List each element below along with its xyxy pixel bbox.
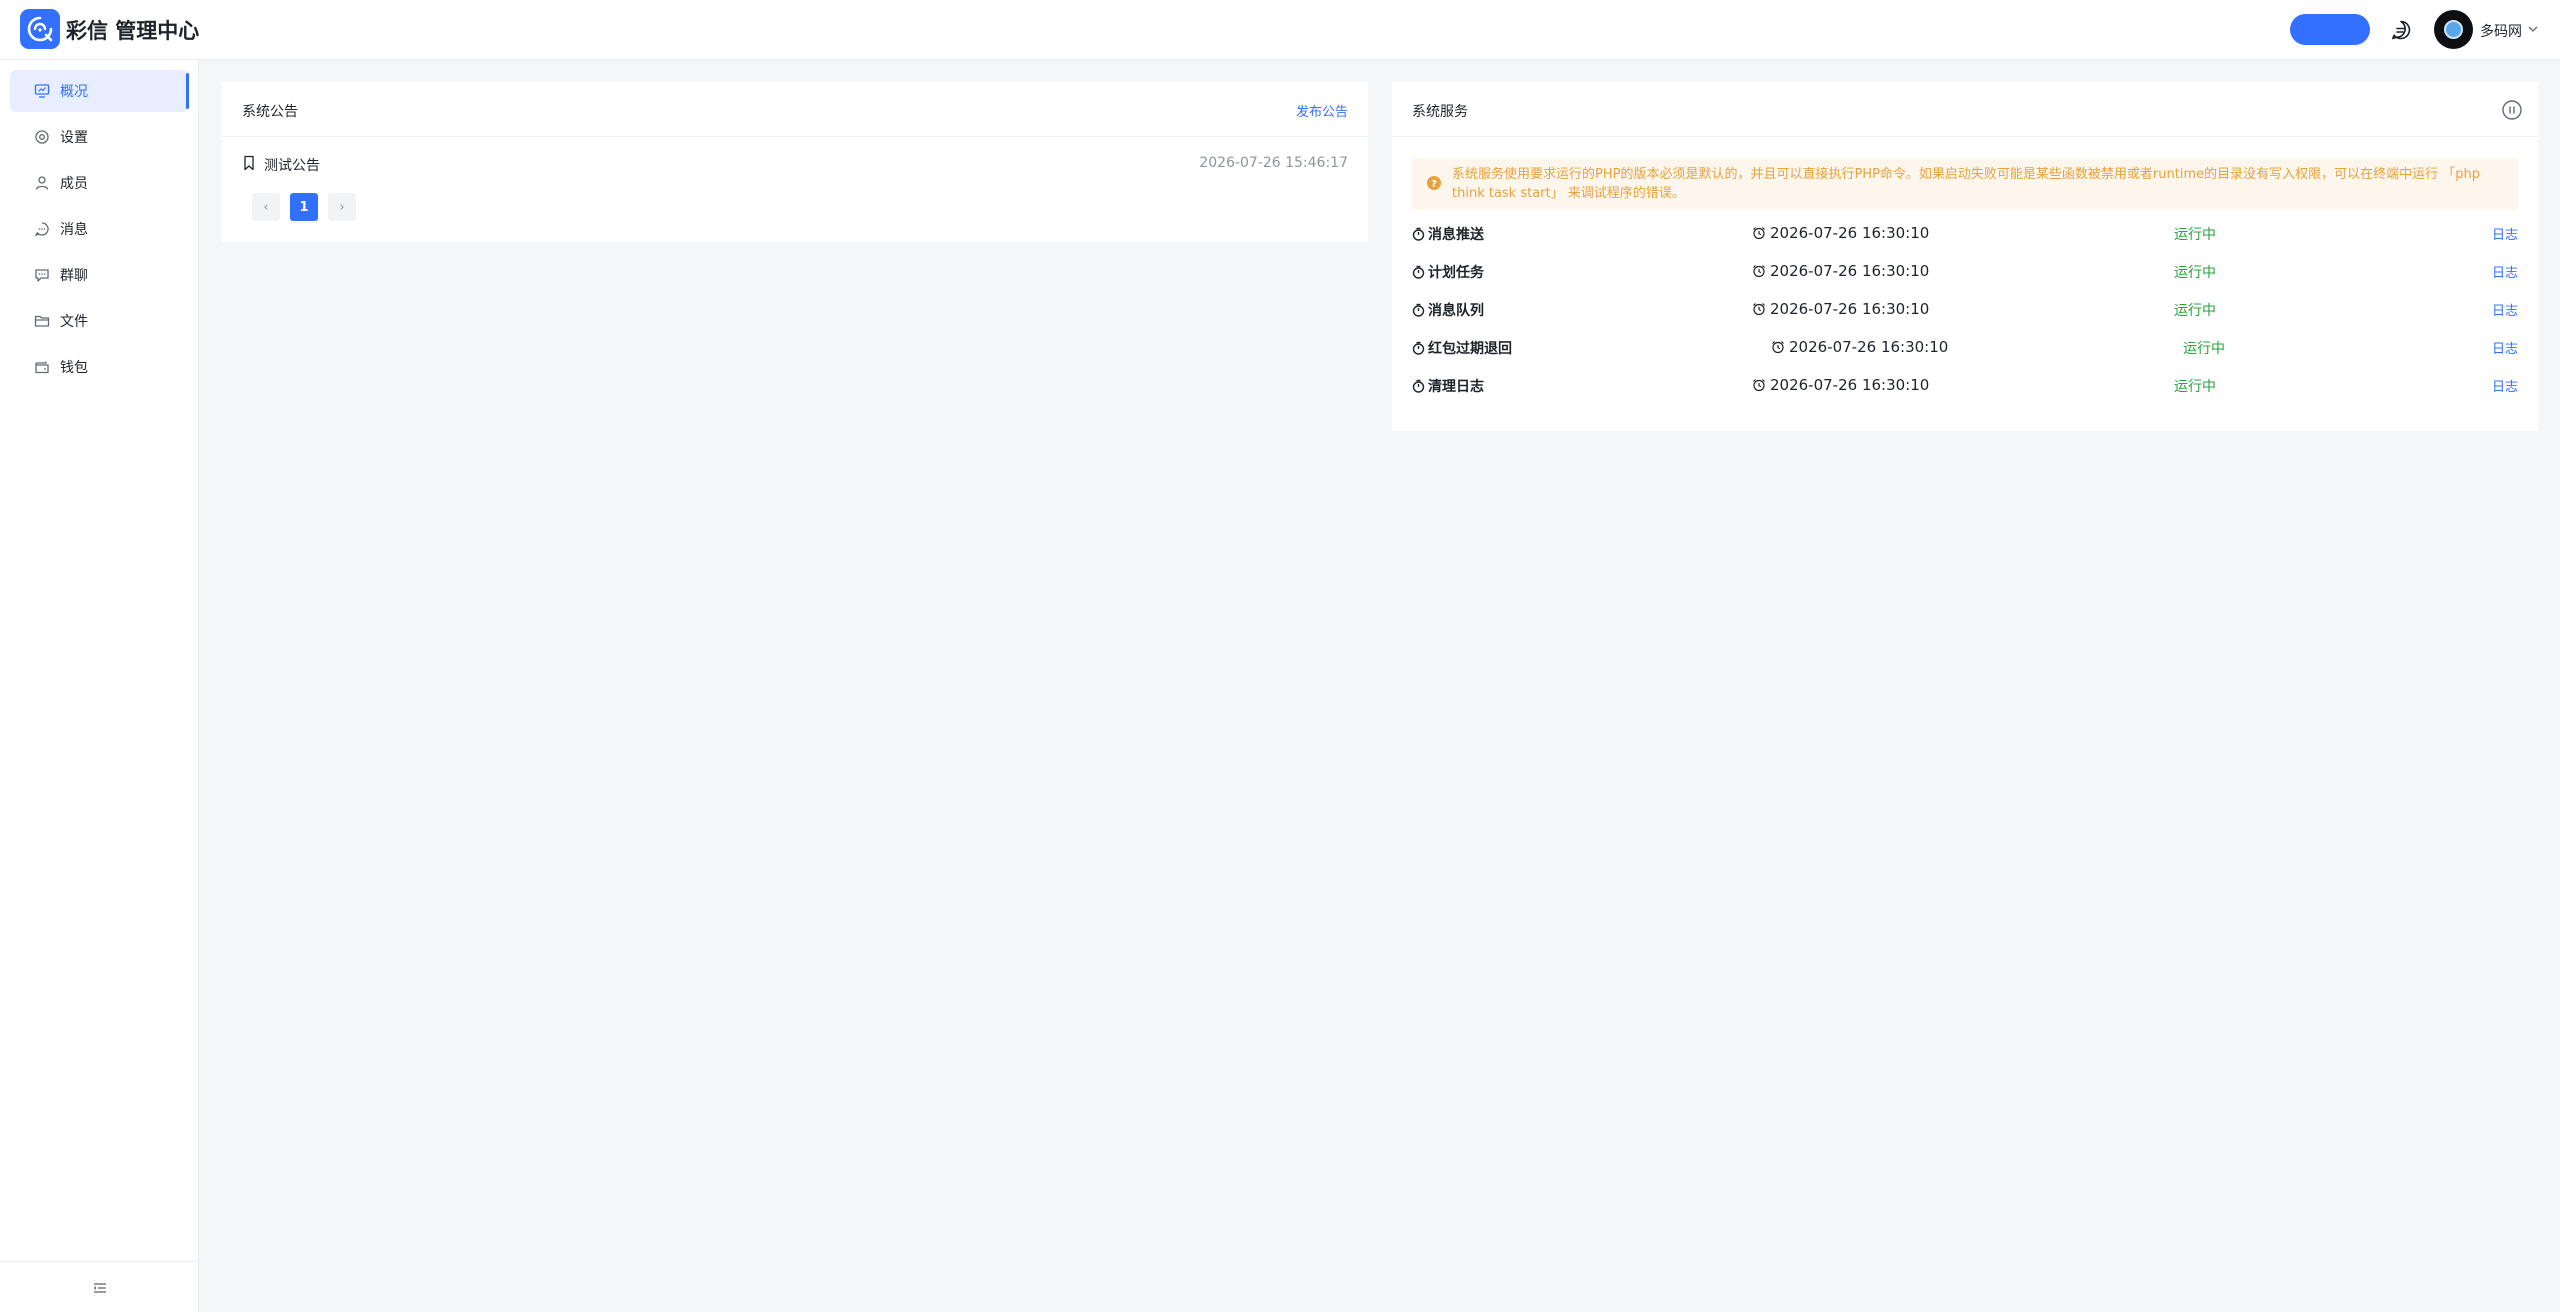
table-row: 消息队列 2026-07-26 16:30:10 运行中 日志: [1412, 298, 2518, 322]
service-time: 2026-07-26 16:30:10: [1752, 262, 1929, 280]
sidebar-item-label: 消息: [60, 222, 88, 238]
sidebar-item-label: 群聊: [60, 268, 88, 284]
service-time: 2026-07-26 16:30:10: [1771, 338, 1948, 356]
sidebar-item-messages[interactable]: 消息: [10, 208, 188, 250]
message-icon[interactable]: [2390, 19, 2412, 41]
pagination: ‹ 1 ›: [252, 193, 356, 221]
alarm-clock-icon: [1753, 227, 1765, 240]
status-badge: 运行中: [2174, 227, 2216, 243]
sidebar-item-overview[interactable]: 概况: [10, 70, 189, 112]
chevron-down-icon[interactable]: [2527, 23, 2539, 35]
sidebar-item-label: 成员: [60, 176, 88, 192]
status-badge: 运行中: [2174, 265, 2216, 281]
table-row: 计划任务 2026-07-26 16:30:10 运行中 日志: [1412, 260, 2518, 284]
avatar[interactable]: [2434, 10, 2473, 49]
prev-page-button[interactable]: ‹: [252, 193, 280, 221]
folder-icon: [34, 315, 50, 327]
alarm-clock-icon: [1753, 303, 1765, 316]
sidebar-item-settings[interactable]: 设置: [10, 116, 188, 158]
sidebar-item-wallet[interactable]: 钱包: [10, 346, 188, 388]
log-link[interactable]: 日志: [2492, 376, 2518, 395]
app-title: 彩信 管理中心: [66, 19, 200, 43]
service-time: 2026-07-26 16:30:10: [1752, 376, 1929, 394]
status-badge: 运行中: [2174, 303, 2216, 319]
publish-notice-link[interactable]: 发布公告: [1296, 101, 1348, 120]
sidebar-item-label: 钱包: [60, 360, 88, 376]
status-badge: 运行中: [2183, 341, 2225, 357]
service-name: 红包过期退回: [1412, 338, 1512, 358]
service-name: 消息推送: [1412, 224, 1484, 244]
dashboard-icon: [34, 84, 50, 98]
timer-icon: [1412, 227, 1425, 241]
sidebar-item-group-chat[interactable]: 群聊: [10, 254, 188, 296]
system-notice-card: 系统公告 发布公告 测试公告 2026-07-26 15:46:17 ‹ 1 ›: [222, 82, 1368, 242]
notice-time: 2026-07-26 15:46:17: [1199, 155, 1348, 171]
service-time: 2026-07-26 16:30:10: [1752, 224, 1929, 242]
svg-text:?: ?: [1431, 179, 1437, 190]
service-name: 消息队列: [1412, 300, 1484, 320]
sidebar: 概况 设置 成员 消息 群聊 文件 钱包: [0, 60, 199, 1312]
status-badge: 运行中: [2174, 379, 2216, 395]
user-icon: [35, 176, 49, 190]
table-row: 红包过期退回 2026-07-26 16:30:10 运行中 日志: [1412, 336, 2518, 360]
alarm-clock-icon: [1753, 379, 1765, 392]
list-item[interactable]: 测试公告 2026-07-26 15:46:17: [242, 152, 1348, 176]
sidebar-footer: [0, 1261, 199, 1312]
warning-icon: ?: [1427, 176, 1441, 190]
notice-title[interactable]: 测试公告: [264, 155, 320, 175]
table-row: 消息推送 2026-07-26 16:30:10 运行中 日志: [1412, 222, 2518, 246]
bookmark-icon: [244, 155, 254, 171]
service-name: 计划任务: [1412, 262, 1484, 282]
header-action-button[interactable]: [2290, 14, 2370, 45]
system-service-card: 系统服务 ? 系统服务使用要求运行的PHP的版本必须是默认的，并且可以直接执行P…: [1392, 82, 2538, 431]
card-title: 系统服务: [1412, 104, 1468, 120]
service-time: 2026-07-26 16:30:10: [1752, 300, 1929, 318]
timer-icon: [1412, 303, 1425, 317]
log-link[interactable]: 日志: [2492, 300, 2518, 319]
sidebar-item-label: 设置: [60, 130, 88, 146]
collapse-menu-icon[interactable]: [92, 1280, 108, 1296]
pause-icon[interactable]: [2501, 99, 2523, 121]
gear-icon: [35, 130, 49, 144]
card-title: 系统公告: [242, 104, 298, 120]
sidebar-item-members[interactable]: 成员: [10, 162, 188, 204]
sidebar-item-label: 文件: [60, 314, 88, 330]
alert-text: 系统服务使用要求运行的PHP的版本必须是默认的，并且可以直接执行PHP命令。如果…: [1452, 167, 2480, 201]
top-header: 彩信 管理中心 多码网: [0, 0, 2560, 60]
service-name: 清理日志: [1412, 376, 1484, 396]
wallet-icon: [35, 361, 49, 374]
timer-icon: [1412, 341, 1425, 355]
table-row: 清理日志 2026-07-26 16:30:10 运行中 日志: [1412, 374, 2518, 398]
sidebar-item-label: 概况: [60, 84, 88, 100]
sidebar-item-files[interactable]: 文件: [10, 300, 188, 342]
page-1-button[interactable]: 1: [290, 193, 318, 221]
log-link[interactable]: 日志: [2492, 262, 2518, 281]
group-chat-icon: [35, 269, 49, 282]
next-page-button[interactable]: ›: [328, 193, 356, 221]
card-header: 系统服务: [1392, 82, 2538, 137]
user-name[interactable]: 多码网: [2480, 21, 2522, 41]
timer-icon: [1412, 265, 1425, 279]
log-link[interactable]: 日志: [2492, 338, 2518, 357]
log-link[interactable]: 日志: [2492, 224, 2518, 243]
card-header: 系统公告 发布公告: [222, 82, 1368, 137]
alarm-clock-icon: [1753, 265, 1765, 278]
chat-icon: [34, 222, 49, 237]
warning-alert: ? 系统服务使用要求运行的PHP的版本必须是默认的，并且可以直接执行PHP命令。…: [1412, 158, 2518, 210]
alarm-clock-icon: [1772, 341, 1784, 354]
timer-icon: [1412, 379, 1425, 393]
app-logo-icon[interactable]: [20, 9, 60, 49]
